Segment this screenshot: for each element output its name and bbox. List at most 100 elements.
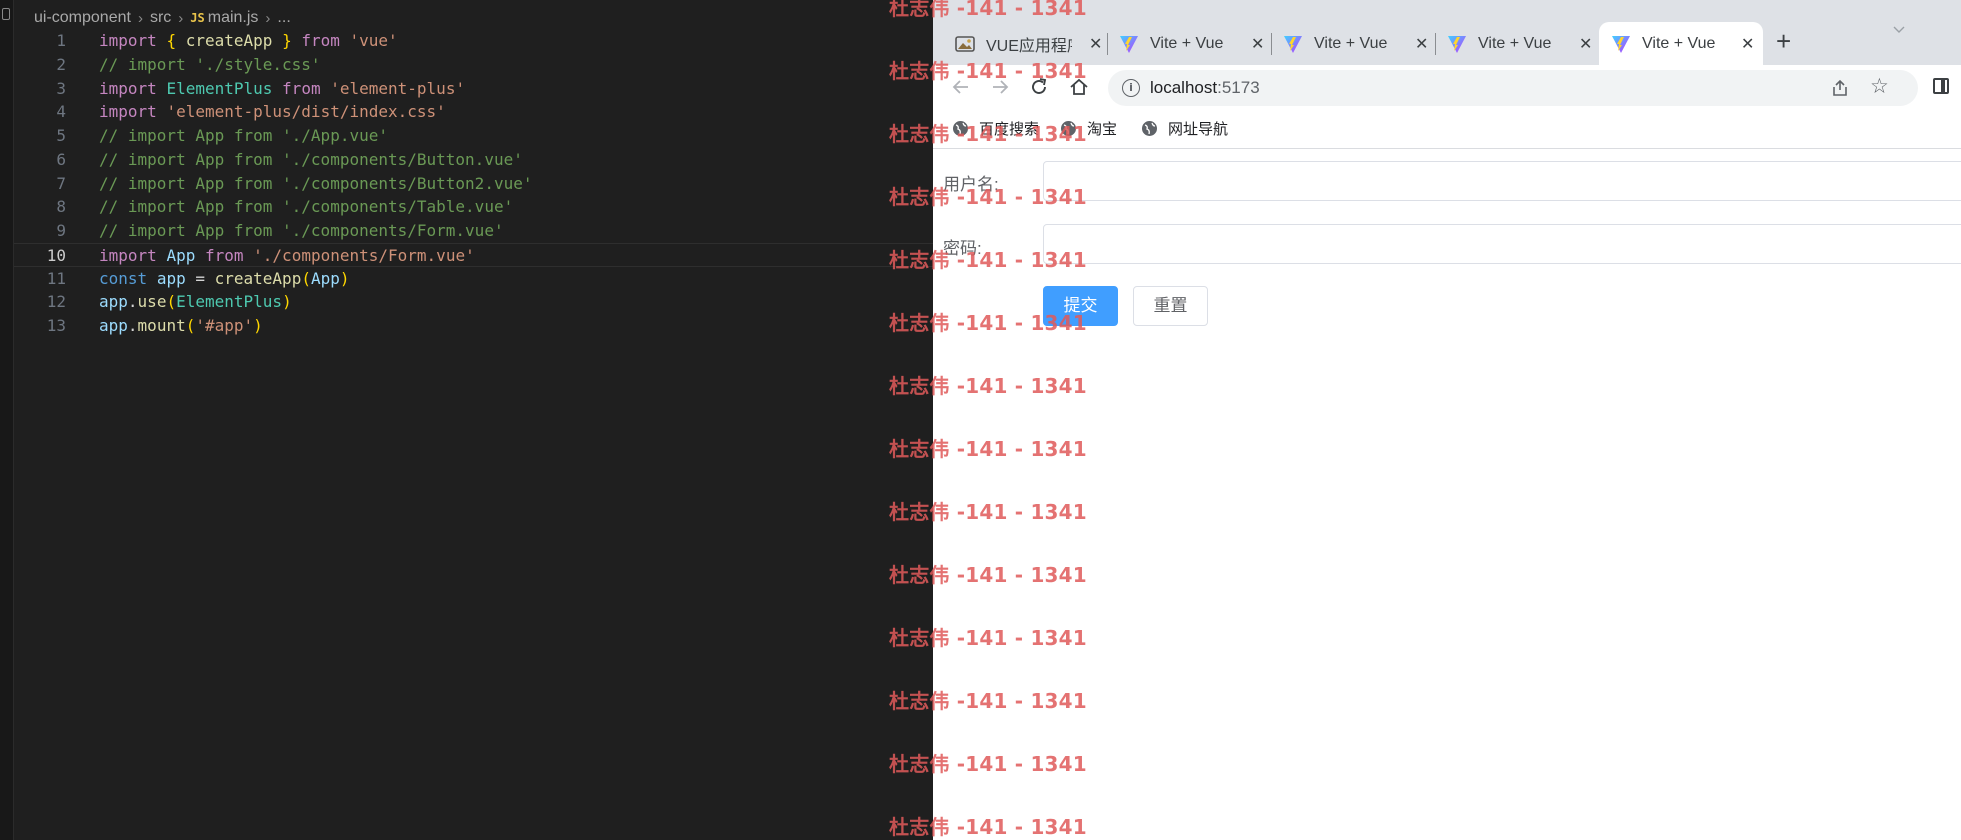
close-tab-icon[interactable]: ✕ (1089, 34, 1102, 54)
bookmark-label: 淘宝 (1087, 120, 1118, 138)
code-token: { (166, 31, 177, 50)
code-line[interactable]: 2 // import './style.css' (14, 53, 933, 77)
code-token: '#app' (195, 316, 254, 335)
url-host: localhost (1150, 78, 1218, 97)
code-token: // import App from './components/Form.vu… (99, 221, 504, 240)
code-token: mount (137, 316, 186, 335)
code-line[interactable]: 12 app.use(ElementPlus) (14, 290, 933, 314)
tab-title: Vite + Vue (1150, 34, 1224, 52)
code-text: import ElementPlus from 'element-plus' (99, 77, 465, 101)
code-token: ( (301, 268, 311, 288)
tab-5-active[interactable]: Vite + Vue ✕ (1599, 22, 1763, 65)
tab-3[interactable]: Vite + Vue ✕ (1283, 22, 1431, 65)
bookmark-baidu[interactable]: 百度搜索 (952, 117, 1039, 139)
tab-4[interactable]: Vite + Vue ✕ (1447, 22, 1595, 65)
code-token: . (127, 292, 138, 312)
code-line[interactable]: 11 const app = createApp(App) (14, 267, 933, 291)
image-favicon-icon (955, 35, 975, 52)
globe-icon (1061, 120, 1076, 136)
reset-button[interactable]: 重置 (1133, 286, 1208, 326)
line-number: 10 (46, 245, 66, 265)
back-arrow-icon[interactable] (950, 76, 972, 98)
code-line[interactable]: 6 // import App from './components/Button… (14, 148, 933, 172)
code-token: ( (166, 292, 177, 312)
line-number: 2 (56, 54, 66, 74)
code-token: ( (185, 316, 196, 335)
breadcrumb-folder-src[interactable]: src (150, 9, 171, 27)
breadcrumb-chevron-icon: › (178, 9, 184, 27)
vite-logo-icon (1120, 35, 1138, 53)
code-line[interactable]: 8 // import App from './components/Table.… (14, 195, 933, 219)
code-token: // import App from './App.vue' (99, 126, 388, 145)
password-input[interactable] (1043, 224, 1961, 264)
reload-icon[interactable] (1028, 76, 1050, 98)
code-area[interactable]: 1 import { createApp } from 'vue' 2 // impo… (14, 29, 933, 338)
code-line[interactable]: 1 import { createApp } from 'vue' (14, 29, 933, 53)
bookmark-star-icon[interactable]: ☆ (1870, 76, 1889, 97)
bookmark-taobao[interactable]: 淘宝 (1060, 117, 1117, 139)
address-url[interactable]: localhost:5173 (1150, 78, 1260, 98)
vite-logo-icon (1612, 35, 1630, 53)
breadcrumb: ui-component › src › JS main.js › ... (34, 6, 291, 30)
code-token: App (310, 268, 340, 288)
code-line[interactable]: 7 // import App from './components/Button… (14, 172, 933, 196)
breadcrumb-symbols[interactable]: ... (277, 9, 290, 27)
site-info-icon[interactable]: i (1122, 79, 1140, 97)
tab-title: Vite + Vue (1478, 34, 1552, 52)
bookmark-navigation[interactable]: 网址导航 (1141, 117, 1228, 139)
code-editor[interactable]: ui-component › src › JS main.js › ... 1 im… (0, 0, 933, 840)
tab-strip: VUE应用程序 ✕ Vite + Vue ✕ Vite + Vue ✕ Vite… (933, 0, 1961, 65)
chevron-down-icon[interactable] (1892, 22, 1906, 36)
address-bar[interactable]: i localhost:5173 ☆ (1108, 70, 1918, 106)
code-line[interactable]: 5 // import App from './App.vue' (14, 124, 933, 148)
code-text: import 'element-plus/dist/index.css' (99, 100, 446, 124)
code-text: import App from './components/Form.vue' (99, 244, 475, 268)
code-line[interactable]: 9 // import App from './components/Form.v… (14, 219, 933, 243)
code-text: // import App from './components/Button2… (99, 172, 532, 196)
code-line[interactable]: 10 import App from './components/Form.vue… (14, 242, 933, 268)
code-token: createApp (185, 31, 273, 50)
username-input[interactable] (1043, 161, 1961, 201)
code-token: from (301, 31, 340, 50)
code-token: import (99, 78, 157, 98)
code-text: // import App from './App.vue' (99, 124, 388, 148)
breadcrumb-file-label: main.js (207, 9, 259, 26)
line-number: 7 (56, 173, 66, 193)
breadcrumb-file[interactable]: JS main.js (190, 9, 258, 27)
activity-bar (0, 0, 14, 840)
submit-button[interactable]: 提交 (1043, 286, 1118, 326)
breadcrumb-folder-ui-component[interactable]: ui-component (34, 9, 131, 27)
close-tab-icon[interactable]: ✕ (1251, 34, 1264, 54)
close-tab-icon[interactable]: ✕ (1415, 34, 1428, 54)
forward-arrow-icon[interactable] (989, 76, 1011, 98)
close-tab-icon[interactable]: ✕ (1579, 34, 1592, 54)
new-tab-button[interactable]: + (1776, 28, 1791, 54)
code-token: App (166, 245, 196, 265)
code-token: // import './style.css' (99, 54, 321, 74)
code-token: './components/Form.vue' (253, 245, 475, 265)
password-label: 密码: (943, 239, 982, 258)
tab-2[interactable]: Vite + Vue ✕ (1119, 22, 1267, 65)
code-text: const app = createApp(App) (99, 267, 350, 291)
code-token: ) (253, 316, 263, 335)
code-token: import (99, 102, 157, 122)
code-line[interactable]: 13 app.mount('#app') (14, 314, 933, 338)
panel-toggle-icon[interactable] (2, 8, 10, 20)
close-tab-icon[interactable]: ✕ (1741, 34, 1754, 54)
tab-1[interactable]: VUE应用程序 ✕ (955, 22, 1103, 65)
side-panel-icon[interactable] (1933, 78, 1949, 94)
line-number: 11 (46, 268, 66, 288)
home-icon[interactable] (1068, 76, 1090, 98)
code-text: // import App from './components/Table.v… (99, 195, 513, 219)
line-number: 3 (56, 78, 66, 98)
share-icon[interactable] (1830, 78, 1850, 98)
code-line[interactable]: 4 import 'element-plus/dist/index.css' (14, 100, 933, 124)
code-token: ) (282, 292, 292, 312)
code-token: 'vue' (349, 31, 398, 50)
code-text: app.mount('#app') (99, 314, 263, 338)
code-line[interactable]: 3 import ElementPlus from 'element-plus' (14, 77, 933, 101)
